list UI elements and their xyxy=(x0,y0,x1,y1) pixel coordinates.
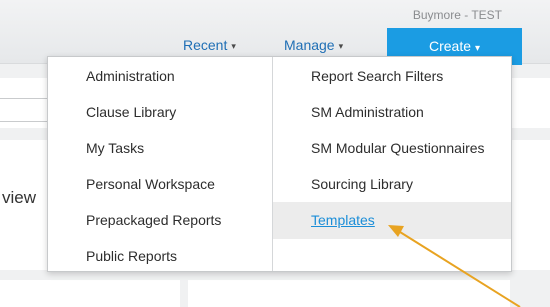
nav-recent-label: Recent xyxy=(183,37,228,53)
menu-item-administration[interactable]: Administration xyxy=(48,58,272,95)
nav-manage-label: Manage xyxy=(284,37,335,53)
menu-item-prepackaged-reports[interactable]: Prepackaged Reports xyxy=(48,202,272,239)
background-card xyxy=(188,280,510,307)
create-label: Create xyxy=(428,38,471,54)
caret-down-icon: ▾ xyxy=(231,41,236,51)
menu-item-public-reports[interactable]: Public Reports xyxy=(48,238,272,275)
manage-dropdown-menu: Administration Clause Library My Tasks P… xyxy=(47,56,512,272)
background-heading: view xyxy=(2,188,37,207)
menu-item-sm-modular-questionnaires[interactable]: SM Modular Questionnaires xyxy=(273,130,511,167)
menu-item-sm-administration[interactable]: SM Administration xyxy=(273,94,511,131)
tenant-name: Buymore - TEST xyxy=(412,8,502,22)
background-search-input[interactable] xyxy=(0,98,48,122)
menu-item-templates[interactable]: Templates xyxy=(273,202,511,239)
caret-down-icon: ▾ xyxy=(338,41,344,51)
caret-down-icon: ▾ xyxy=(475,43,481,54)
menu-item-personal-workspace[interactable]: Personal Workspace xyxy=(48,166,272,203)
background-card xyxy=(0,280,180,307)
menu-item-clause-library[interactable]: Clause Library xyxy=(48,94,272,131)
menu-column-right: Report Search Filters SM Administration … xyxy=(273,57,511,271)
menu-column-left: Administration Clause Library My Tasks P… xyxy=(48,57,273,271)
nav-manage-menu[interactable]: Manage ▾ xyxy=(284,37,343,53)
menu-item-sourcing-library[interactable]: Sourcing Library xyxy=(273,166,511,203)
menu-item-report-search-filters[interactable]: Report Search Filters xyxy=(273,58,511,95)
menu-item-my-tasks[interactable]: My Tasks xyxy=(48,130,272,167)
nav-recent-menu[interactable]: Recent ▾ xyxy=(183,37,236,53)
